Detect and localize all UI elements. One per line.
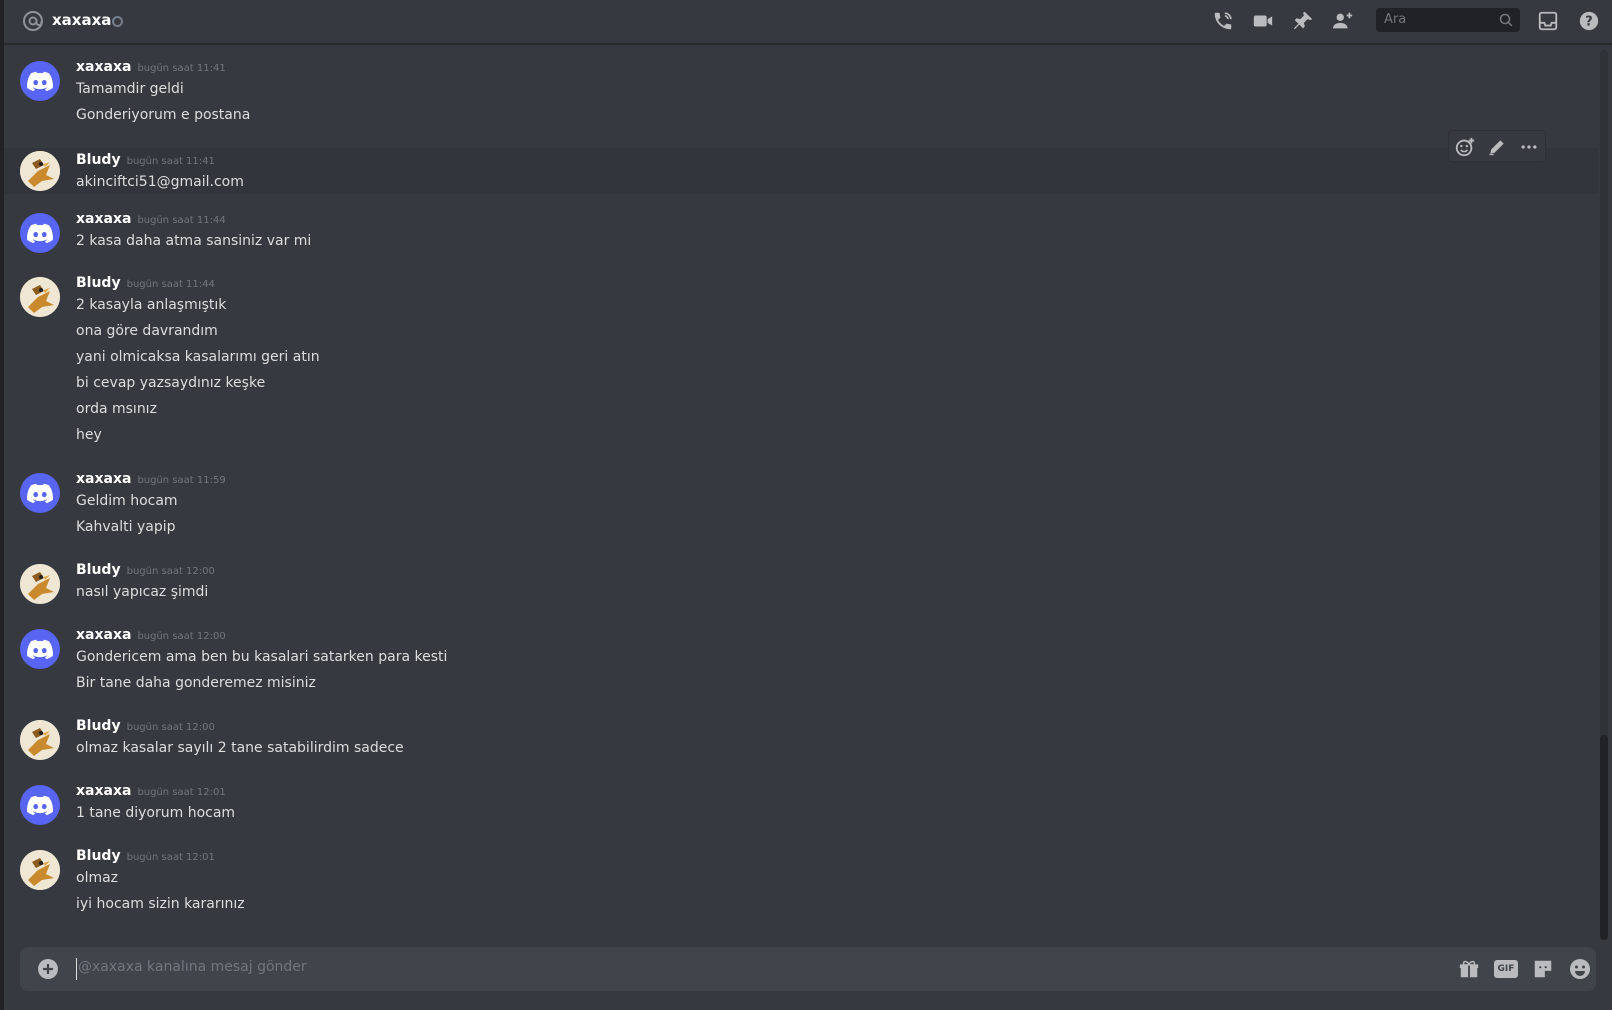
timestamp: bugün saat 11:41 xyxy=(126,156,215,167)
search-placeholder: Ara xyxy=(1384,12,1407,27)
message-text: bi cevap yazsaydınız keşke xyxy=(76,375,266,391)
channel-title: xaxaxa xyxy=(52,11,112,29)
discord-logo-icon xyxy=(27,71,53,91)
message-hover-toolbar xyxy=(1448,130,1546,162)
inbox-icon[interactable] xyxy=(1535,8,1561,34)
author-name[interactable]: Bludy xyxy=(76,275,121,291)
timestamp: bugün saat 12:00 xyxy=(126,566,215,577)
bird-avatar-icon xyxy=(20,277,60,317)
message-text: olmaz xyxy=(76,870,119,886)
message-group: xaxaxa bugün saat 11:59 Geldim hocam Kahv… xyxy=(4,470,1598,546)
more-icon[interactable] xyxy=(1517,135,1541,159)
bird-avatar-icon xyxy=(20,850,60,890)
timestamp: bugün saat 12:01 xyxy=(126,852,215,863)
timestamp: bugün saat 11:59 xyxy=(137,475,226,486)
message-group: xaxaxa bugün saat 11:41 Tamamdir geldi Go… xyxy=(4,58,1598,134)
timestamp: bugün saat 11:44 xyxy=(137,215,226,226)
author-name[interactable]: xaxaxa xyxy=(76,627,131,643)
message-group: Bludy bugün saat 12:00 nasıl yapıcaz şimd… xyxy=(4,561,1598,607)
author-name[interactable]: xaxaxa xyxy=(76,783,131,799)
message-text: olmaz kasalar sayılı 2 tane satabilirdim… xyxy=(76,740,404,756)
message-text: Gondericem ama ben bu kasalari satarken … xyxy=(76,649,448,665)
channel-header: xaxaxa Ara ? xyxy=(4,0,1612,44)
discord-logo-icon xyxy=(27,639,53,659)
avatar[interactable] xyxy=(20,720,60,760)
timestamp: bugün saat 11:41 xyxy=(137,63,226,74)
offline-status-icon xyxy=(112,16,123,27)
message-group: xaxaxa bugün saat 12:01 1 tane diyorum ho… xyxy=(4,782,1598,828)
message-text: 1 tane diyorum hocam xyxy=(76,805,236,821)
text-caret xyxy=(76,958,77,980)
author-name[interactable]: xaxaxa xyxy=(76,471,131,487)
bird-avatar-icon xyxy=(20,720,60,760)
message-group: xaxaxa bugün saat 12:00 Gondericem ama be… xyxy=(4,626,1598,702)
timestamp: bugün saat 12:00 xyxy=(137,631,226,642)
help-icon[interactable]: ? xyxy=(1576,8,1602,34)
add-friend-icon[interactable] xyxy=(1330,8,1356,34)
avatar[interactable] xyxy=(20,151,60,191)
author-name[interactable]: Bludy xyxy=(76,152,121,168)
gift-icon[interactable] xyxy=(1457,957,1481,981)
message-text: nasıl yapıcaz şimdi xyxy=(76,584,209,600)
discord-logo-icon xyxy=(27,795,53,815)
message-group: Bludy bugün saat 12:01 olmaz iyi hocam si… xyxy=(4,847,1598,923)
avatar[interactable] xyxy=(20,213,60,253)
svg-text:?: ? xyxy=(1585,15,1592,30)
message-text: Geldim hocam xyxy=(76,493,178,509)
message-text: orda msınız xyxy=(76,401,157,417)
avatar[interactable] xyxy=(20,629,60,669)
avatar[interactable] xyxy=(20,277,60,317)
voice-call-icon[interactable] xyxy=(1210,8,1236,34)
message-text: yani olmicaksa kasalarımı geri atın xyxy=(76,349,320,365)
message-group: Bludy bugün saat 12:00 olmaz kasalar sayı… xyxy=(4,717,1598,763)
search-input[interactable]: Ara xyxy=(1376,8,1520,32)
scrollbar-thumb[interactable] xyxy=(1600,735,1608,940)
message-text: Bir tane daha gonderemez misiniz xyxy=(76,675,316,691)
message-text: 2 kasa daha atma sansiniz var mi xyxy=(76,233,312,249)
gif-label: GIF xyxy=(1497,964,1515,974)
avatar[interactable] xyxy=(20,473,60,513)
emoji-icon[interactable] xyxy=(1568,957,1592,981)
author-name[interactable]: xaxaxa xyxy=(76,211,131,227)
message-group: Bludy bugün saat 11:41 akinciftci51@gmail… xyxy=(4,148,1598,194)
message-text: Gonderiyorum e postana xyxy=(76,107,251,123)
gif-icon[interactable]: GIF xyxy=(1494,957,1518,981)
pinned-messages-icon[interactable] xyxy=(1290,8,1316,34)
message-text: Tamamdir geldi xyxy=(76,81,184,97)
bird-avatar-icon xyxy=(20,151,60,191)
discord-logo-icon xyxy=(27,223,53,243)
sticker-icon[interactable] xyxy=(1531,957,1555,981)
discord-logo-icon xyxy=(27,483,53,503)
bird-avatar-icon xyxy=(20,564,60,604)
edit-icon[interactable] xyxy=(1485,135,1509,159)
message-group: Bludy bugün saat 11:44 2 kasayla anlaşmış… xyxy=(4,274,1598,454)
message-group: xaxaxa bugün saat 11:44 2 kasa daha atma … xyxy=(4,210,1598,256)
timestamp: bugün saat 12:01 xyxy=(137,787,226,798)
search-icon xyxy=(1499,13,1513,27)
timestamp: bugün saat 11:44 xyxy=(126,279,215,290)
author-name[interactable]: Bludy xyxy=(76,848,121,864)
author-name[interactable]: Bludy xyxy=(76,562,121,578)
author-name[interactable]: Bludy xyxy=(76,718,121,734)
message-input[interactable]: @xaxaxa kanalına mesaj gönder xyxy=(78,959,307,975)
message-text: ona göre davrandım xyxy=(76,323,218,339)
avatar[interactable] xyxy=(20,785,60,825)
avatar[interactable] xyxy=(20,850,60,890)
avatar[interactable] xyxy=(20,564,60,604)
at-icon xyxy=(23,11,43,31)
message-text: Kahvalti yapip xyxy=(76,519,176,535)
author-name[interactable]: xaxaxa xyxy=(76,59,131,75)
message-list: xaxaxa bugün saat 11:41 Tamamdir geldi Go… xyxy=(4,44,1598,934)
add-attachment-icon[interactable] xyxy=(36,957,60,981)
video-call-icon[interactable] xyxy=(1250,8,1276,34)
add-reaction-icon[interactable] xyxy=(1453,135,1477,159)
message-text: hey xyxy=(76,427,102,443)
message-composer[interactable]: @xaxaxa kanalına mesaj gönder GIF xyxy=(20,947,1596,991)
avatar[interactable] xyxy=(20,61,60,101)
message-text: iyi hocam sizin kararınız xyxy=(76,896,245,912)
timestamp: bugün saat 12:00 xyxy=(126,722,215,733)
message-text: 2 kasayla anlaşmıştık xyxy=(76,297,227,313)
message-text: akinciftci51@gmail.com xyxy=(76,174,244,190)
